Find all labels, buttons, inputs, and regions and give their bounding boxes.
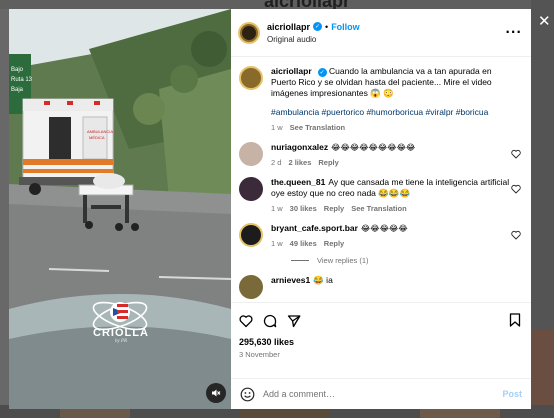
speaker-muted-icon xyxy=(212,389,221,397)
post-button[interactable]: Post xyxy=(502,389,522,399)
more-options-icon[interactable]: ··· xyxy=(505,25,522,39)
caption-age: 1 w xyxy=(271,123,283,132)
like-heart-icon[interactable] xyxy=(511,149,521,159)
comment-item: nuriagonxalez 😂😂😂😂😂😂😂😂😂 2 d 2 likes Reply xyxy=(239,142,521,167)
ambulance-label: MÉDICA xyxy=(89,135,105,140)
comment-likes[interactable]: 49 likes xyxy=(290,239,317,248)
comment-likes[interactable]: 30 likes xyxy=(290,204,317,213)
comment-text: 😂😂😂😂😂😂😂😂😂 xyxy=(331,143,416,152)
comment-age: 2 d xyxy=(271,158,282,167)
road-sign-text: Bajo xyxy=(11,67,24,73)
header-username[interactable]: aicriollapr xyxy=(267,22,310,32)
avatar[interactable] xyxy=(238,21,260,44)
comment-button[interactable] xyxy=(263,314,277,328)
post-actions: 295,630 likes 3 November xyxy=(231,302,531,378)
like-button[interactable] xyxy=(239,314,253,328)
road-sign-text: Baja xyxy=(11,87,24,93)
separator-dot: • xyxy=(325,21,329,32)
avatar[interactable] xyxy=(239,223,263,247)
reply-button[interactable]: Reply xyxy=(324,204,344,213)
divider xyxy=(291,260,309,261)
verified-badge-icon: ✓ xyxy=(313,22,323,31)
audio-label[interactable]: Original audio xyxy=(267,35,360,44)
verified-badge-icon: ✓ xyxy=(317,68,327,77)
avatar[interactable] xyxy=(239,142,263,166)
video-player[interactable]: Bajo Ruta 13 Baja AMBULANCIA MÉDICA CRIO… xyxy=(9,9,231,409)
heart-icon xyxy=(239,315,253,328)
comment-input[interactable] xyxy=(263,389,503,399)
comment-text: 😂 ia xyxy=(313,275,333,285)
post-header: aicriollapr ✓ • Follow Original audio ··… xyxy=(231,9,531,57)
post-caption: aicriollapr ✓ Cuando la ambulancia va a t… xyxy=(239,66,521,132)
ambulance-label: AMBULANCIA xyxy=(87,129,113,134)
emoji-icon[interactable] xyxy=(240,387,255,402)
see-translation-link[interactable]: See Translation xyxy=(290,123,345,132)
paper-plane-icon xyxy=(287,315,301,328)
reply-button[interactable]: Reply xyxy=(324,239,344,248)
comment-username[interactable]: the.queen_81 xyxy=(271,177,325,187)
view-replies-button[interactable]: View replies (1) xyxy=(291,256,521,265)
post-date: 3 November xyxy=(239,350,280,359)
reply-button[interactable]: Reply xyxy=(318,158,338,167)
avatar[interactable] xyxy=(239,177,263,201)
avatar[interactable] xyxy=(239,66,263,90)
comment-likes[interactable]: 2 likes xyxy=(288,158,311,167)
follow-button[interactable]: Follow xyxy=(331,22,360,32)
comment-age: 1 w xyxy=(271,239,283,248)
comment-text: 😂😂😂😂😂 xyxy=(360,224,408,233)
comment-bubble-icon xyxy=(263,314,277,328)
comments-list[interactable]: aicriollapr ✓ Cuando la ambulancia va a t… xyxy=(231,57,531,302)
likes-count[interactable]: 295,630 likes xyxy=(239,337,521,347)
comment-item: the.queen_81 Ay que cansada me tiene la i… xyxy=(239,177,521,213)
like-heart-icon[interactable] xyxy=(511,184,521,194)
comment-username[interactable]: arnieves1 xyxy=(271,275,310,285)
share-button[interactable] xyxy=(287,314,301,328)
comment-item: bryant_cafe.sport.bar 😂😂😂😂😂 1 w 49 likes … xyxy=(239,223,521,248)
post-details-panel: aicriollapr ✓ • Follow Original audio ··… xyxy=(231,9,531,409)
comment-age: 1 w xyxy=(271,204,283,213)
save-button[interactable] xyxy=(509,313,521,332)
caption-username[interactable]: aicriollapr xyxy=(271,66,312,76)
comment-username[interactable]: bryant_cafe.sport.bar xyxy=(271,223,358,233)
see-translation-link[interactable]: See Translation xyxy=(351,204,406,213)
avatar[interactable] xyxy=(239,275,263,299)
comment-item: arnieves1 😂 ia xyxy=(239,275,521,299)
watermark-text: CRIOLLA xyxy=(93,327,149,339)
bookmark-icon xyxy=(509,313,521,327)
mute-button[interactable] xyxy=(206,383,226,403)
view-replies-label: View replies (1) xyxy=(317,256,369,265)
post-modal: Bajo Ruta 13 Baja AMBULANCIA MÉDICA CRIO… xyxy=(9,9,531,409)
like-heart-icon[interactable] xyxy=(511,230,521,240)
add-comment-bar: Post xyxy=(231,378,531,409)
close-icon[interactable]: ✕ xyxy=(538,12,551,30)
comment-username[interactable]: nuriagonxalez xyxy=(271,142,328,152)
watermark-subtext: by PR xyxy=(114,339,128,344)
caption-hashtags[interactable]: #ambulancia #puertorico #humorboricua #v… xyxy=(271,107,511,118)
road-sign-text: Ruta 13 xyxy=(11,77,33,83)
